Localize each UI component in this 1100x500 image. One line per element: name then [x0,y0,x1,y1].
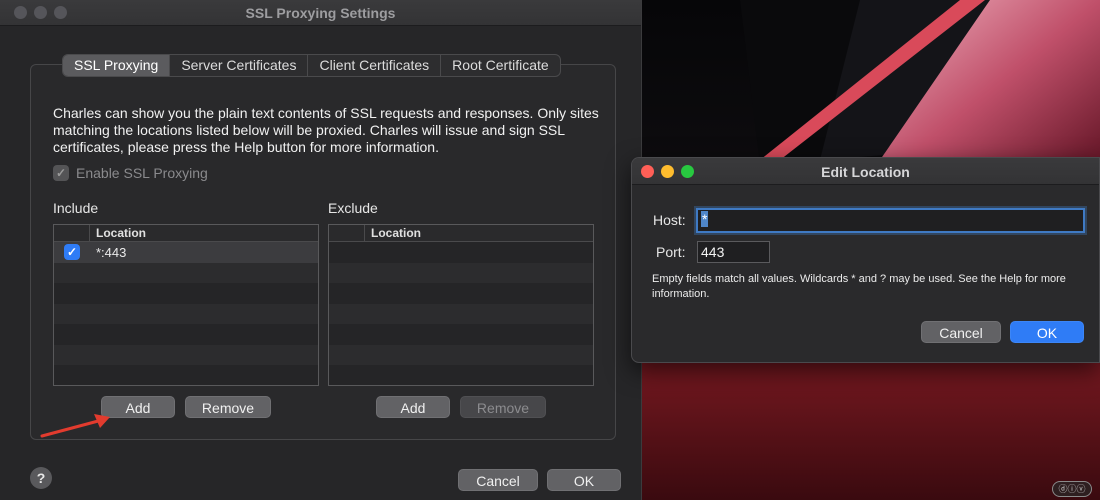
table-row [54,303,318,324]
table-row [329,303,593,324]
watermark-badge: ⓓⓘⓥ [1052,481,1092,497]
table-row [329,324,593,345]
table-row[interactable]: ✓ *:443 [54,242,318,263]
include-row-location: *:443 [96,244,127,260]
edit-location-window: Edit Location Host: * Port: 443 Empty fi… [631,157,1100,363]
tab-root-certificate[interactable]: Root Certificate [441,55,559,76]
table-row [329,242,593,263]
port-label: Port: [656,244,686,260]
table-row [54,365,318,385]
edit-window-title: Edit Location [821,164,910,180]
exclude-label: Exclude [328,200,378,216]
tab-client-certificates[interactable]: Client Certificates [308,55,442,76]
table-row [54,262,318,283]
table-row [54,344,318,365]
port-input[interactable]: 443 [697,241,770,263]
exclude-check-column-header[interactable] [329,225,365,241]
enable-ssl-proxying-checkbox[interactable]: ✓ [53,165,69,181]
include-location-column-header[interactable]: Location [90,225,146,241]
help-button[interactable]: ? [30,467,52,489]
annotation-arrow-icon [40,414,110,438]
enable-ssl-proxying-row[interactable]: ✓ Enable SSL Proxying [53,165,208,181]
include-label: Include [53,200,99,216]
window-title: SSL Proxying Settings [245,5,396,21]
exclude-add-button[interactable]: Add [376,396,450,418]
wildcard-hint: Empty fields match all values. Wildcards… [652,273,1066,300]
table-row [329,283,593,304]
edit-cancel-button[interactable]: Cancel [921,321,1001,343]
table-row [329,365,593,385]
include-table-header: Location [54,225,318,242]
tab-server-certificates[interactable]: Server Certificates [170,55,309,76]
enable-ssl-proxying-label: Enable SSL Proxying [76,165,208,181]
include-check-column-header[interactable] [54,225,90,241]
include-row-checkbox[interactable]: ✓ [64,244,80,261]
include-table[interactable]: Location ✓ *:443 [53,224,319,386]
table-row [54,324,318,345]
table-row [329,262,593,283]
exclude-location-column-header[interactable]: Location [365,225,421,241]
edit-ok-button[interactable]: OK [1010,321,1084,343]
tab-ssl-proxying[interactable]: SSL Proxying [63,55,171,76]
table-row [54,283,318,304]
include-remove-button[interactable]: Remove [185,396,271,418]
host-label: Host: [653,212,686,228]
host-value: * [701,211,709,227]
exclude-table[interactable]: Location [328,224,594,386]
host-input[interactable]: * [696,208,1085,233]
ssl-description: Charles can show you the plain text cont… [53,105,599,155]
tab-bar: SSL Proxying Server Certificates Client … [62,54,561,77]
edit-titlebar: Edit Location [632,158,1099,185]
exclude-remove-button[interactable]: Remove [460,396,546,418]
ok-button[interactable]: OK [547,469,621,491]
table-row [329,344,593,365]
exclude-table-header: Location [329,225,593,242]
ssl-proxying-settings-window: SSL Proxying Settings SSL Proxying Serve… [0,0,642,500]
cancel-button[interactable]: Cancel [458,469,538,491]
titlebar: SSL Proxying Settings [0,0,641,26]
